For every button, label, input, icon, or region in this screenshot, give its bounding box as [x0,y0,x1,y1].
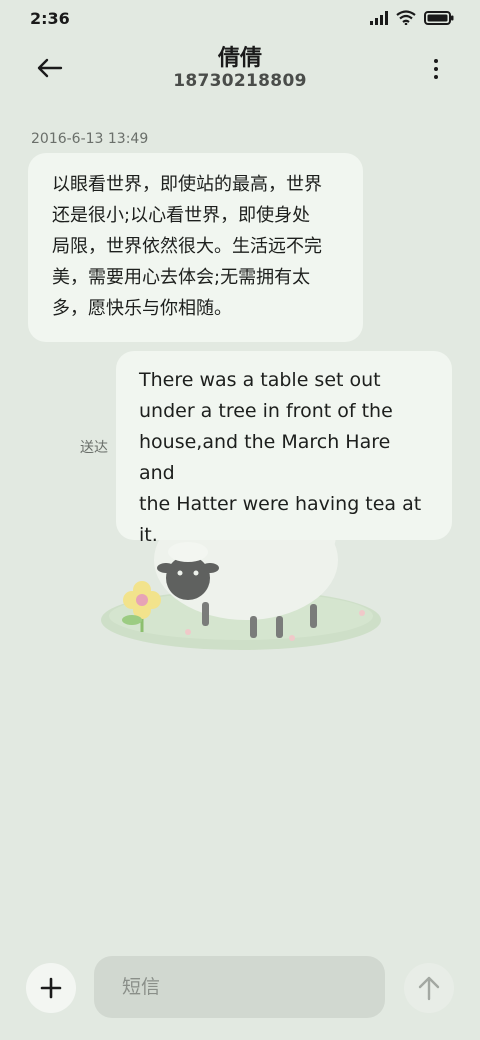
attach-button[interactable] [26,963,76,1013]
status-bar: 2:36 [0,0,480,38]
message-line: under a tree in front of the [139,400,393,422]
conversation-header: 倩倩 18730218809 [0,38,480,100]
message-line: 多，愿快乐与你相随。 [52,298,232,319]
incoming-message-bubble[interactable]: 以眼看世界，即使站的最高，世界 还是很小;以心看世界，即使身处 局限，世界依然很… [28,153,363,342]
status-time: 2:36 [30,9,70,28]
more-options-button[interactable] [428,54,444,84]
contact-number: 18730218809 [173,71,307,91]
message-timestamp: 2016-6-13 13:49 [31,131,149,147]
compose-bar [0,950,480,1026]
message-line: the Hatter were having tea at [139,493,422,515]
send-button[interactable] [404,963,454,1013]
more-vertical-icon [434,59,438,63]
message-line: 美，需要用心去体会;无需拥有太 [52,267,311,288]
outgoing-message-bubble[interactable]: There was a table set out under a tree i… [116,351,452,546]
message-line: house,and the March Hare and [139,431,391,484]
message-line: 局限，世界依然很大。生活远不完 [52,236,322,257]
message-line: 还是很小;以心看世界，即使身处 [52,205,311,226]
send-arrow-up-icon [418,976,440,1001]
status-icons [370,10,454,25]
battery-icon [424,10,454,25]
plus-icon [40,977,62,999]
message-input[interactable] [94,956,385,1018]
message-line: There was a table set out [139,369,381,391]
delivery-status: 送达 [80,440,108,456]
signal-icon [370,10,388,25]
wifi-icon [396,10,416,25]
message-line: it. [139,524,158,546]
message-line: 以眼看世界，即使站的最高，世界 [52,174,322,195]
contact-name: 倩倩 [217,46,262,71]
